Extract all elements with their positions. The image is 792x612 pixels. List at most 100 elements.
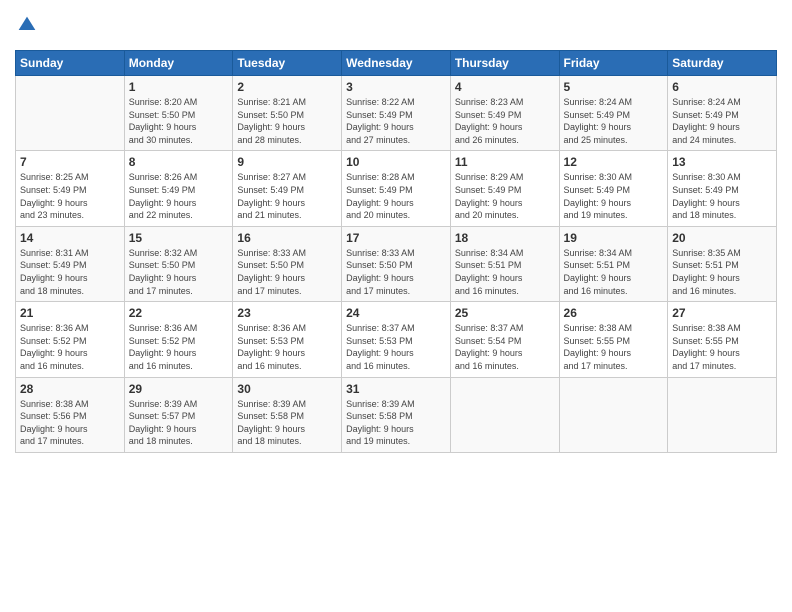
header-friday: Friday <box>559 51 668 76</box>
header-row: SundayMondayTuesdayWednesdayThursdayFrid… <box>16 51 777 76</box>
day-number: 7 <box>20 155 120 169</box>
calendar-cell: 5 Sunrise: 8:24 AM Sunset: 5:49 PM Daylig… <box>559 76 668 151</box>
calendar-cell: 9 Sunrise: 8:27 AM Sunset: 5:49 PM Daylig… <box>233 151 342 226</box>
day-number: 23 <box>237 306 337 320</box>
header <box>15 15 777 40</box>
day-number: 12 <box>564 155 664 169</box>
week-row-3: 21 Sunrise: 8:36 AM Sunset: 5:52 PM Dayli… <box>16 302 777 377</box>
day-info: Sunrise: 8:39 AM Sunset: 5:57 PM Dayligh… <box>129 398 229 448</box>
calendar-cell <box>559 377 668 452</box>
calendar-cell: 8 Sunrise: 8:26 AM Sunset: 5:49 PM Daylig… <box>124 151 233 226</box>
header-tuesday: Tuesday <box>233 51 342 76</box>
day-number: 28 <box>20 382 120 396</box>
day-number: 3 <box>346 80 446 94</box>
calendar-table: SundayMondayTuesdayWednesdayThursdayFrid… <box>15 50 777 453</box>
logo <box>15 15 37 40</box>
calendar-cell: 16 Sunrise: 8:33 AM Sunset: 5:50 PM Dayli… <box>233 226 342 301</box>
calendar-cell: 28 Sunrise: 8:38 AM Sunset: 5:56 PM Dayli… <box>16 377 125 452</box>
day-info: Sunrise: 8:31 AM Sunset: 5:49 PM Dayligh… <box>20 247 120 297</box>
calendar-cell: 4Sunrise: 8:23 AM Sunset: 5:49 PM Daylig… <box>450 76 559 151</box>
day-info: Sunrise: 8:21 AM Sunset: 5:50 PM Dayligh… <box>237 96 337 146</box>
day-info: Sunrise: 8:32 AM Sunset: 5:50 PM Dayligh… <box>129 247 229 297</box>
calendar-cell: 24Sunrise: 8:37 AM Sunset: 5:53 PM Dayli… <box>342 302 451 377</box>
day-info: Sunrise: 8:20 AM Sunset: 5:50 PM Dayligh… <box>129 96 229 146</box>
calendar-cell: 12 Sunrise: 8:30 AM Sunset: 5:49 PM Dayli… <box>559 151 668 226</box>
day-number: 29 <box>129 382 229 396</box>
calendar-cell: 17 Sunrise: 8:33 AM Sunset: 5:50 PM Dayli… <box>342 226 451 301</box>
calendar-cell: 11 Sunrise: 8:29 AM Sunset: 5:49 PM Dayli… <box>450 151 559 226</box>
calendar-cell: 31Sunrise: 8:39 AM Sunset: 5:58 PM Dayli… <box>342 377 451 452</box>
day-number: 30 <box>237 382 337 396</box>
calendar-cell: 7 Sunrise: 8:25 AM Sunset: 5:49 PM Daylig… <box>16 151 125 226</box>
calendar-cell: 22 Sunrise: 8:36 AM Sunset: 5:52 PM Dayli… <box>124 302 233 377</box>
day-number: 15 <box>129 231 229 245</box>
day-info: Sunrise: 8:27 AM Sunset: 5:49 PM Dayligh… <box>237 171 337 221</box>
day-number: 11 <box>455 155 555 169</box>
day-info: Sunrise: 8:22 AM Sunset: 5:49 PM Dayligh… <box>346 96 446 146</box>
calendar-cell: 6 Sunrise: 8:24 AM Sunset: 5:49 PM Daylig… <box>668 76 777 151</box>
day-number: 10 <box>346 155 446 169</box>
calendar-cell: 26 Sunrise: 8:38 AM Sunset: 5:55 PM Dayli… <box>559 302 668 377</box>
day-number: 6 <box>672 80 772 94</box>
day-number: 17 <box>346 231 446 245</box>
day-number: 22 <box>129 306 229 320</box>
day-info: Sunrise: 8:33 AM Sunset: 5:50 PM Dayligh… <box>346 247 446 297</box>
week-row-4: 28 Sunrise: 8:38 AM Sunset: 5:56 PM Dayli… <box>16 377 777 452</box>
day-info: Sunrise: 8:30 AM Sunset: 5:49 PM Dayligh… <box>564 171 664 221</box>
day-number: 31 <box>346 382 446 396</box>
day-info: Sunrise: 8:25 AM Sunset: 5:49 PM Dayligh… <box>20 171 120 221</box>
day-number: 14 <box>20 231 120 245</box>
day-info: Sunrise: 8:36 AM Sunset: 5:53 PM Dayligh… <box>237 322 337 372</box>
day-info: Sunrise: 8:30 AM Sunset: 5:49 PM Dayligh… <box>672 171 772 221</box>
day-number: 2 <box>237 80 337 94</box>
calendar-cell: 2 Sunrise: 8:21 AM Sunset: 5:50 PM Daylig… <box>233 76 342 151</box>
day-number: 13 <box>672 155 772 169</box>
calendar-cell: 30 Sunrise: 8:39 AM Sunset: 5:58 PM Dayli… <box>233 377 342 452</box>
day-info: Sunrise: 8:24 AM Sunset: 5:49 PM Dayligh… <box>564 96 664 146</box>
header-wednesday: Wednesday <box>342 51 451 76</box>
day-info: Sunrise: 8:38 AM Sunset: 5:56 PM Dayligh… <box>20 398 120 448</box>
day-info: Sunrise: 8:24 AM Sunset: 5:49 PM Dayligh… <box>672 96 772 146</box>
day-info: Sunrise: 8:35 AM Sunset: 5:51 PM Dayligh… <box>672 247 772 297</box>
day-info: Sunrise: 8:37 AM Sunset: 5:53 PM Dayligh… <box>346 322 446 372</box>
day-info: Sunrise: 8:37 AM Sunset: 5:54 PM Dayligh… <box>455 322 555 372</box>
calendar-cell: 3 Sunrise: 8:22 AM Sunset: 5:49 PM Daylig… <box>342 76 451 151</box>
day-info: Sunrise: 8:36 AM Sunset: 5:52 PM Dayligh… <box>129 322 229 372</box>
day-number: 25 <box>455 306 555 320</box>
day-info: Sunrise: 8:29 AM Sunset: 5:49 PM Dayligh… <box>455 171 555 221</box>
main-container: SundayMondayTuesdayWednesdayThursdayFrid… <box>0 0 792 612</box>
calendar-cell <box>450 377 559 452</box>
calendar-cell: 15 Sunrise: 8:32 AM Sunset: 5:50 PM Dayli… <box>124 226 233 301</box>
header-monday: Monday <box>124 51 233 76</box>
day-number: 21 <box>20 306 120 320</box>
calendar-cell: 23 Sunrise: 8:36 AM Sunset: 5:53 PM Dayli… <box>233 302 342 377</box>
day-number: 5 <box>564 80 664 94</box>
day-info: Sunrise: 8:34 AM Sunset: 5:51 PM Dayligh… <box>455 247 555 297</box>
day-number: 26 <box>564 306 664 320</box>
day-info: Sunrise: 8:34 AM Sunset: 5:51 PM Dayligh… <box>564 247 664 297</box>
day-info: Sunrise: 8:33 AM Sunset: 5:50 PM Dayligh… <box>237 247 337 297</box>
day-info: Sunrise: 8:39 AM Sunset: 5:58 PM Dayligh… <box>237 398 337 448</box>
calendar-cell: 13 Sunrise: 8:30 AM Sunset: 5:49 PM Dayli… <box>668 151 777 226</box>
day-info: Sunrise: 8:38 AM Sunset: 5:55 PM Dayligh… <box>672 322 772 372</box>
day-number: 9 <box>237 155 337 169</box>
calendar-cell: 20 Sunrise: 8:35 AM Sunset: 5:51 PM Dayli… <box>668 226 777 301</box>
day-number: 20 <box>672 231 772 245</box>
day-number: 16 <box>237 231 337 245</box>
day-info: Sunrise: 8:26 AM Sunset: 5:49 PM Dayligh… <box>129 171 229 221</box>
day-number: 8 <box>129 155 229 169</box>
day-info: Sunrise: 8:38 AM Sunset: 5:55 PM Dayligh… <box>564 322 664 372</box>
day-number: 18 <box>455 231 555 245</box>
day-number: 27 <box>672 306 772 320</box>
week-row-2: 14 Sunrise: 8:31 AM Sunset: 5:49 PM Dayli… <box>16 226 777 301</box>
day-number: 1 <box>129 80 229 94</box>
week-row-1: 7 Sunrise: 8:25 AM Sunset: 5:49 PM Daylig… <box>16 151 777 226</box>
day-number: 19 <box>564 231 664 245</box>
calendar-cell: 29 Sunrise: 8:39 AM Sunset: 5:57 PM Dayli… <box>124 377 233 452</box>
calendar-cell: 25 Sunrise: 8:37 AM Sunset: 5:54 PM Dayli… <box>450 302 559 377</box>
day-info: Sunrise: 8:28 AM Sunset: 5:49 PM Dayligh… <box>346 171 446 221</box>
calendar-cell <box>668 377 777 452</box>
calendar-cell: 21 Sunrise: 8:36 AM Sunset: 5:52 PM Dayli… <box>16 302 125 377</box>
calendar-cell: 10 Sunrise: 8:28 AM Sunset: 5:49 PM Dayli… <box>342 151 451 226</box>
day-info: Sunrise: 8:36 AM Sunset: 5:52 PM Dayligh… <box>20 322 120 372</box>
